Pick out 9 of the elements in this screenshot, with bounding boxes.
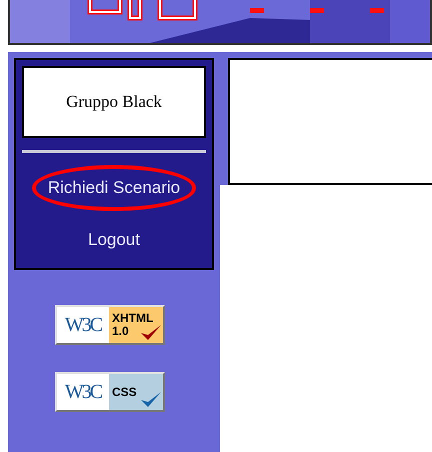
nav-link[interactable]: Richiedi Scenario	[32, 165, 196, 210]
group-name-panel: Gruppo Black	[22, 66, 206, 138]
badge-label: XHTML	[112, 312, 154, 325]
nav-link[interactable]: Logout	[72, 216, 156, 262]
w3c-badge[interactable]: W3C CSS	[55, 372, 165, 412]
badge-version: 1.0	[112, 325, 130, 338]
badge-label: CSS	[112, 386, 138, 398]
w3c-logo: W3C	[64, 313, 102, 338]
w3c-logo: W3C	[64, 380, 102, 405]
